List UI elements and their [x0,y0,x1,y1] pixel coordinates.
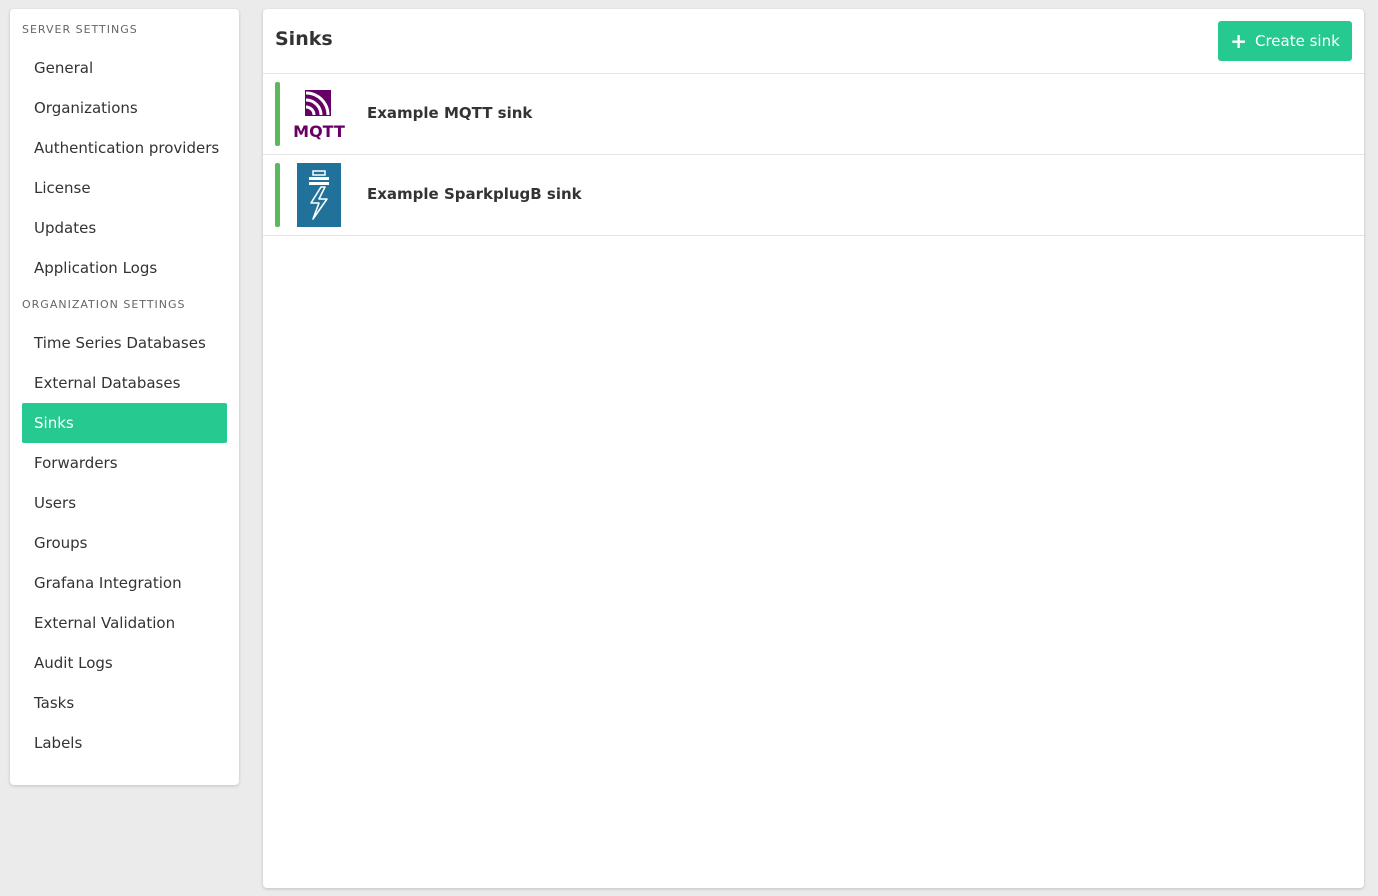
organization-settings-nav: Time Series Databases External Databases… [22,323,227,763]
sidebar-item-groups[interactable]: Groups [22,523,227,563]
mqtt-logo-icon: MQTT [293,82,345,146]
sidebar-item-grafana-integration[interactable]: Grafana Integration [22,563,227,603]
status-indicator [275,82,280,146]
sidebar-item-authentication-providers[interactable]: Authentication providers [22,128,227,168]
sidebar-item-labels[interactable]: Labels [22,723,227,763]
sidebar-item-application-logs[interactable]: Application Logs [22,248,227,288]
sparkplug-logo-icon [297,163,341,227]
organization-settings-heading: Organization Settings [22,298,186,311]
sidebar-item-forwarders[interactable]: Forwarders [22,443,227,483]
page-title: Sinks [275,28,333,50]
plus-icon: + [1230,29,1247,53]
sidebar-item-tasks[interactable]: Tasks [22,683,227,723]
sidebar-item-users[interactable]: Users [22,483,227,523]
sidebar-item-general[interactable]: General [22,48,227,88]
sidebar-item-external-validation[interactable]: External Validation [22,603,227,643]
panel-header: Sinks + Create sink [263,9,1364,74]
sink-name: Example MQTT sink [367,104,533,122]
sinks-panel: Sinks + Create sink MQTT Example MQTT si… [263,9,1364,888]
server-settings-heading: Server Settings [22,23,138,36]
sidebar-item-external-databases[interactable]: External Databases [22,363,227,403]
sidebar-item-license[interactable]: License [22,168,227,208]
sidebar-item-audit-logs[interactable]: Audit Logs [22,643,227,683]
status-indicator [275,163,280,227]
mqtt-logo-text: MQTT [293,122,345,141]
create-sink-label: Create sink [1254,32,1340,50]
sidebar-item-sinks[interactable]: Sinks [22,403,227,443]
sink-row-sparkplugb[interactable]: Example SparkplugB sink [263,155,1364,236]
sink-name: Example SparkplugB sink [367,185,582,203]
server-settings-nav: General Organizations Authentication pro… [22,48,227,288]
sidebar-item-time-series-databases[interactable]: Time Series Databases [22,323,227,363]
create-sink-button[interactable]: + Create sink [1218,21,1352,61]
sidebar-item-organizations[interactable]: Organizations [22,88,227,128]
settings-sidebar: Server Settings General Organizations Au… [10,9,239,785]
sink-row-mqtt[interactable]: MQTT Example MQTT sink [263,74,1364,155]
sidebar-item-updates[interactable]: Updates [22,208,227,248]
